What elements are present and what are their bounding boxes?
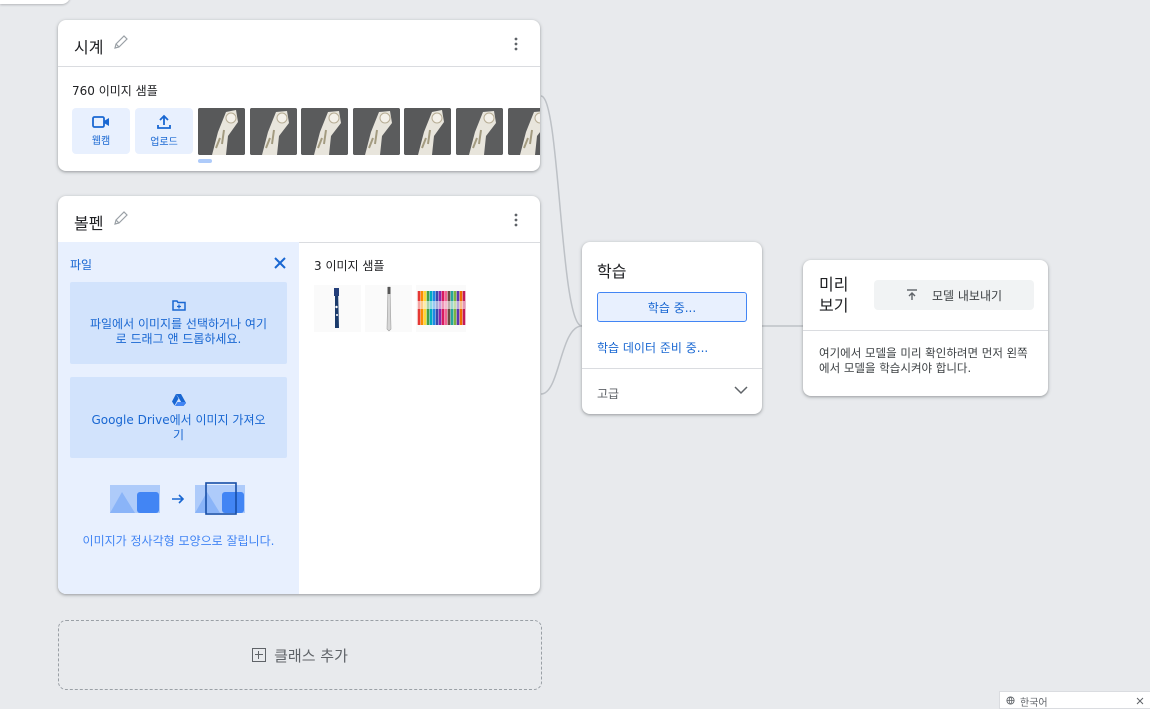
sample-thumbnail[interactable] [250, 108, 297, 155]
class-name[interactable]: 시계 [74, 34, 103, 58]
plus-box-icon [252, 648, 267, 662]
pencil-icon[interactable] [113, 210, 129, 226]
advanced-toggle-label[interactable]: 고급 [597, 385, 619, 402]
export-label: 모델 내보내기 [931, 288, 1003, 303]
previous-card-edge [0, 0, 70, 4]
training-status: 학습 데이터 준비 중... [597, 341, 709, 355]
divider [582, 368, 762, 369]
thumbnail-scrollbar[interactable] [198, 159, 212, 163]
close-icon[interactable] [1136, 697, 1144, 705]
drop-zone-text: 파일에서 이미지를 선택하거나 여기로 드래그 앤 드롭하세요. [89, 317, 268, 346]
webcam-label: 웹캠 [91, 136, 111, 147]
sample-thumbnail[interactable] [508, 108, 540, 155]
samples-label: 3 이미지 샘플 [314, 259, 385, 273]
sample-thumbnail[interactable] [416, 285, 466, 332]
training-title: 학습 [597, 262, 627, 281]
folder-add-icon [171, 300, 186, 311]
samples-label: 760 이미지 샘플 [72, 84, 158, 98]
export-icon [906, 289, 917, 300]
close-icon[interactable] [272, 255, 288, 271]
globe-icon [1006, 696, 1015, 705]
sample-thumbnail[interactable] [314, 285, 361, 332]
upload-panel: 파일 파일에서 이미지를 선택하거나 여기로 드래그 앤 드롭하세요. Goog… [58, 242, 299, 594]
sample-thumbnail[interactable] [353, 108, 400, 155]
preview-card: 미리 보기 모델 내보내기 여기에서 모델을 미리 확인하려면 먼저 왼쪽에서 … [803, 260, 1048, 396]
preview-title: 미리 보기 [819, 275, 849, 315]
sample-thumbnail[interactable] [456, 108, 503, 155]
training-card: 학습 학습 중... 학습 데이터 준비 중... 고급 [582, 242, 762, 414]
class-header: 볼펜 [58, 196, 540, 243]
sample-thumbnail[interactable] [404, 108, 451, 155]
google-drive-button[interactable]: Google Drive에서 이미지 가져오기 [70, 377, 287, 458]
language-selector[interactable]: 한국어 [999, 691, 1150, 709]
train-model-button[interactable]: 학습 중... [597, 292, 747, 322]
preview-description: 여기에서 모델을 미리 확인하려면 먼저 왼쪽에서 모델을 학습시켜야 합니다. [819, 346, 1028, 375]
add-class-label: 클래스 추가 [274, 646, 348, 665]
sample-thumbnail[interactable] [198, 108, 245, 155]
upload-panel-title: 파일 [70, 258, 93, 272]
class-header: 시계 [58, 20, 540, 67]
chevron-down-icon[interactable] [734, 385, 748, 395]
class-name[interactable]: 볼펜 [74, 210, 103, 234]
crop-note: 이미지가 정사각형 모양으로 잘립니다. [82, 534, 275, 548]
video-icon [92, 116, 109, 128]
google-drive-brand: Google Drive [91, 413, 170, 427]
class-card-1: 시계 760 이미지 샘플 웹캠 업로드 [58, 20, 540, 171]
google-drive-icon [171, 394, 186, 406]
upload-icon [157, 114, 171, 129]
kebab-icon[interactable] [510, 212, 522, 228]
upload-button[interactable]: 업로드 [135, 108, 193, 154]
export-model-button[interactable]: 모델 내보내기 [874, 280, 1034, 310]
upload-label: 업로드 [150, 137, 178, 148]
pencil-icon[interactable] [113, 34, 129, 50]
divider [803, 330, 1048, 331]
add-class-button[interactable]: 클래스 추가 [58, 620, 542, 690]
file-drop-zone[interactable]: 파일에서 이미지를 선택하거나 여기로 드래그 앤 드롭하세요. [70, 282, 287, 364]
google-drive-text: Google Drive에서 이미지 가져오기 [70, 413, 287, 443]
sample-thumbnail[interactable] [301, 108, 348, 155]
webcam-button[interactable]: 웹캠 [72, 108, 130, 154]
crop-illustration [110, 482, 245, 515]
class-card-2: 볼펜 파일 파일에서 이미지를 선택하거나 여기로 드래그 앤 드롭하세요. G… [58, 196, 540, 594]
google-drive-label: 에서 이미지 가져오기 [169, 413, 266, 442]
sample-thumbnail[interactable] [365, 285, 412, 332]
kebab-icon[interactable] [510, 36, 522, 52]
